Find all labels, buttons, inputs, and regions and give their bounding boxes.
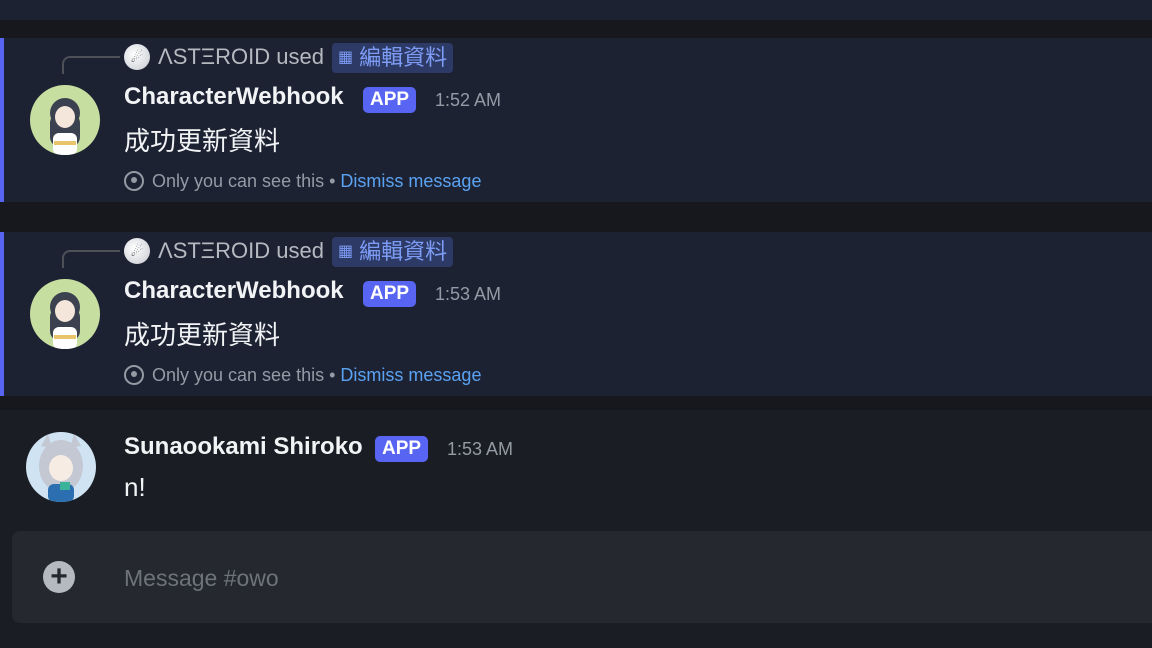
message-composer: + — [12, 531, 1152, 623]
author-name[interactable]: CharacterWebhook — [124, 83, 344, 111]
app-command-icon: ▦ — [338, 243, 354, 260]
author-name[interactable]: Sunaookami Shiroko — [124, 433, 363, 461]
message-divider — [0, 202, 1152, 232]
avatar[interactable] — [30, 85, 100, 155]
referenced-user-avatar[interactable]: ☄ — [124, 44, 150, 70]
referenced-user-avatar[interactable]: ☄ — [124, 238, 150, 264]
ephemeral-text: Only you can see this • — [152, 365, 336, 385]
command-name: 編輯資料 — [359, 239, 448, 264]
timestamp[interactable]: 1:53 AM — [447, 439, 513, 460]
previous-message-area — [0, 0, 1152, 20]
referenced-user-name[interactable]: ΛSTΞROID used — [158, 238, 324, 264]
plus-circle-icon[interactable]: + — [43, 561, 75, 593]
timestamp[interactable]: 1:52 AM — [435, 90, 501, 111]
app-badge: APP — [363, 281, 417, 307]
dismiss-message-link[interactable]: Dismiss message — [340, 365, 481, 385]
command-name: 編輯資料 — [359, 45, 448, 70]
app-badge: APP — [363, 87, 417, 113]
app-badge: APP — [375, 436, 429, 462]
ephemeral-notice: Only you can see this • Dismiss message — [124, 171, 481, 192]
message-input[interactable] — [122, 559, 1026, 597]
message-divider — [0, 20, 1152, 38]
eye-icon — [124, 365, 144, 385]
avatar[interactable] — [30, 279, 100, 349]
message-divider — [0, 396, 1152, 410]
ephemeral-text: Only you can see this • — [152, 171, 336, 191]
eye-icon — [124, 171, 144, 191]
reply-connector — [62, 250, 120, 268]
message-content: n! — [124, 472, 146, 502]
shiroko-avatar-image — [26, 432, 96, 502]
webhook-avatar-image — [30, 279, 100, 349]
referenced-user-name[interactable]: ΛSTΞROID used — [158, 44, 324, 70]
message[interactable]: Sunaookami Shiroko APP 1:53 AM n! — [0, 410, 1152, 520]
ephemeral-notice: Only you can see this • Dismiss message — [124, 365, 481, 386]
message-content: 成功更新資料 — [124, 126, 281, 156]
slash-command-chip[interactable]: ▦ 編輯資料 — [332, 43, 454, 73]
dismiss-message-link[interactable]: Dismiss message — [340, 171, 481, 191]
author-name[interactable]: CharacterWebhook — [124, 277, 344, 305]
timestamp[interactable]: 1:53 AM — [435, 284, 501, 305]
message-content: 成功更新資料 — [124, 320, 281, 350]
avatar[interactable] — [26, 432, 96, 502]
webhook-avatar-image — [30, 85, 100, 155]
app-command-icon: ▦ — [338, 49, 354, 66]
ephemeral-message[interactable]: ☄ ΛSTΞROID used ▦ 編輯資料 CharacterWebhook A… — [0, 232, 1152, 396]
reply-connector — [62, 56, 120, 74]
ephemeral-message[interactable]: ☄ ΛSTΞROID used ▦ 編輯資料 CharacterWebhook A… — [0, 38, 1152, 202]
slash-command-chip[interactable]: ▦ 編輯資料 — [332, 237, 454, 267]
